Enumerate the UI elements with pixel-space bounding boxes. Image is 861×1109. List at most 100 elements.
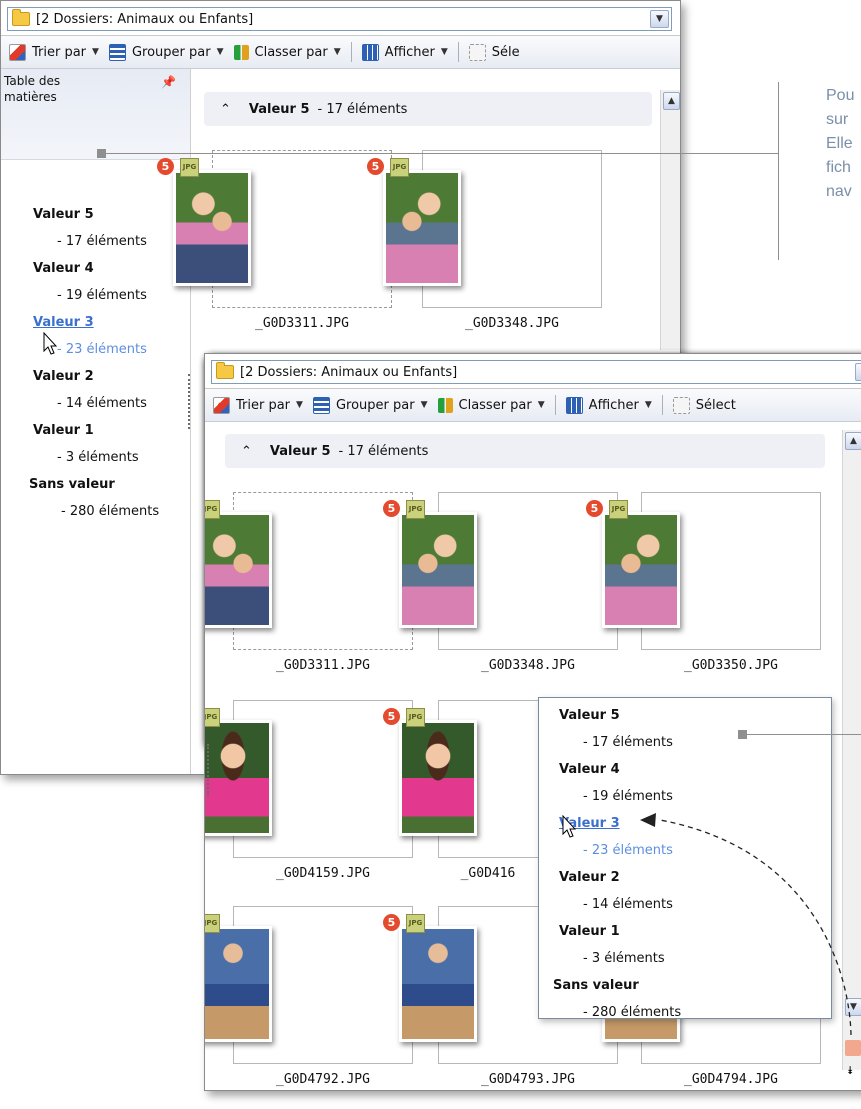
toc-count: - 280 éléments: [61, 504, 160, 519]
toc-list: Valeur 5 - 17 éléments Valeur 4 - 19 élé…: [1, 201, 190, 525]
file-name: _G0D3311.JPG: [255, 316, 349, 331]
photo-image: [399, 926, 477, 1042]
scroll-end-button[interactable]: ⯯: [847, 1064, 854, 1078]
popup-count: - 14 éléments: [583, 897, 673, 912]
file-name: _G0D3350.JPG: [684, 658, 778, 673]
toc-count: - 14 éléments: [57, 396, 147, 411]
view-button[interactable]: Afficher ▼: [361, 43, 448, 61]
rating-badge-icon: 5: [367, 158, 384, 175]
toc-count: - 3 éléments: [57, 450, 139, 465]
select-icon: [468, 43, 486, 61]
callout-vertical-line: [778, 82, 779, 260]
pin-icon[interactable]: 📌: [161, 75, 176, 89]
file-name: _G0D3348.JPG: [481, 658, 575, 673]
address-bar[interactable]: [2 Dossiers: Animaux ou Enfants] ▼: [205, 354, 861, 389]
toc-popup: Valeur 5 - 17 éléments Valeur 4 - 19 élé…: [538, 697, 832, 1020]
chevron-down-icon: ▼: [537, 400, 545, 410]
file-name: _G0D416: [460, 866, 516, 881]
chevron-down-icon: ▼: [333, 47, 341, 57]
view-button[interactable]: Afficher ▼: [565, 396, 652, 414]
callout-text: Pou sur Elle fich nav: [826, 87, 855, 200]
popup-item-valeur-1[interactable]: Valeur 1: [539, 918, 831, 945]
class-icon: [233, 44, 249, 60]
sort-button[interactable]: Trier par ▼: [9, 43, 99, 61]
toolbar: Trier par ▼ Grouper par ▼ Classer par ▼ Aff…: [205, 389, 861, 422]
toc-item-valeur-4[interactable]: Valeur 4: [1, 255, 190, 282]
popup-count: - 280 éléments: [583, 1005, 682, 1020]
address-box[interactable]: [2 Dossiers: Animaux ou Enfants] ▼: [7, 7, 672, 31]
file-name: _G0D4794.JPG: [684, 1072, 778, 1087]
jpg-icon: JPG: [205, 914, 220, 933]
toolbar-separator: [661, 395, 663, 415]
popup-item-valeur-3[interactable]: Valeur 3: [539, 810, 831, 837]
vertical-scrollbar[interactable]: ▲ ▼ ⯯: [842, 430, 861, 1077]
popup-count: - 19 éléments: [583, 789, 673, 804]
group-button[interactable]: Grouper par ▼: [108, 43, 224, 61]
popup-item-valeur-4[interactable]: Valeur 4: [539, 756, 831, 783]
photo-image: [383, 170, 461, 286]
rating-badge-icon: 5: [157, 158, 174, 175]
jpg-icon: JPG: [609, 500, 628, 519]
toolbar: Trier par ▼ Grouper par ▼ Classer par ▼ Aff…: [1, 36, 680, 69]
popup-item-valeur-5[interactable]: Valeur 5: [539, 702, 831, 729]
toc-count: - 23 éléments: [57, 342, 147, 357]
address-bar[interactable]: [2 Dossiers: Animaux ou Enfants] ▼: [1, 1, 680, 36]
rating-badge-icon: 5: [383, 708, 400, 725]
group-header[interactable]: ⌃ Valeur 5 - 17 éléments: [204, 92, 652, 126]
toc-item-valeur-3[interactable]: Valeur 3: [1, 309, 190, 336]
popup-count: - 23 éléments: [583, 843, 673, 858]
toc-item-valeur-2[interactable]: Valeur 2: [1, 363, 190, 390]
toc-count: - 19 éléments: [57, 288, 147, 303]
vertical-scrollbar[interactable]: ▲: [660, 90, 680, 350]
group-header[interactable]: ⌃ Valeur 5 - 17 éléments: [225, 434, 825, 468]
popup-item-sans-valeur[interactable]: Sans valeur: [539, 972, 831, 999]
jpg-icon: JPG: [406, 914, 425, 933]
toc-item-sans-valeur[interactable]: Sans valeur: [1, 471, 190, 498]
jpg-icon: JPG: [406, 500, 425, 519]
folder-icon: [216, 362, 234, 379]
toc-item-valeur-5[interactable]: Valeur 5: [1, 201, 190, 228]
address-dropdown-button[interactable]: ▼: [650, 10, 669, 28]
group-icon: [108, 43, 126, 61]
scroll-up-button[interactable]: ▲: [845, 432, 861, 450]
jpg-icon: JPG: [180, 158, 199, 177]
group-button[interactable]: Grouper par ▼: [312, 396, 428, 414]
rating-badge-icon: 5: [383, 914, 400, 931]
rating-badge-icon: 5: [586, 500, 603, 517]
class-icon: [437, 397, 453, 413]
select-button[interactable]: Sélect: [672, 396, 736, 414]
chevron-up-icon[interactable]: ⌃: [241, 444, 252, 459]
photo-image: [399, 720, 477, 836]
jpg-icon: JPG: [205, 708, 220, 727]
select-icon: [672, 396, 690, 414]
scroll-down-button[interactable]: ▼: [845, 998, 861, 1016]
toc-header: Table des matières 📌: [1, 69, 190, 160]
sort-button[interactable]: Trier par ▼: [213, 396, 303, 414]
photo-image: [399, 512, 477, 628]
chevron-down-icon: ▼: [296, 400, 303, 410]
chevron-down-icon: ▼: [644, 400, 652, 410]
popup-connector-line: [746, 734, 861, 735]
scroll-up-button[interactable]: ▲: [663, 92, 680, 110]
address-box[interactable]: [2 Dossiers: Animaux ou Enfants] ▼: [211, 360, 861, 384]
class-button[interactable]: Classer par ▼: [437, 397, 545, 413]
toc-item-valeur-1[interactable]: Valeur 1: [1, 417, 190, 444]
class-button[interactable]: Classer par ▼: [233, 44, 341, 60]
chevron-down-icon: ▼: [420, 400, 428, 410]
jpg-icon: JPG: [390, 158, 409, 177]
chevron-up-icon[interactable]: ⌃: [220, 102, 231, 117]
popup-item-valeur-2[interactable]: Valeur 2: [539, 864, 831, 891]
select-button[interactable]: Séle: [468, 43, 520, 61]
address-dropdown-button[interactable]: ▼: [855, 363, 861, 381]
photo-image: [173, 170, 251, 286]
chevron-down-icon: ▼: [216, 47, 224, 57]
view-icon: [565, 396, 583, 414]
splitter-handle[interactable]: [207, 744, 211, 796]
file-name: _G0D3311.JPG: [276, 658, 370, 673]
toolbar-separator: [554, 395, 556, 415]
folder-icon: [12, 9, 30, 26]
photo-image: [205, 720, 272, 836]
toolbar-separator: [457, 42, 459, 62]
address-text: [2 Dossiers: Animaux ou Enfants]: [36, 11, 254, 27]
scroll-position-marker[interactable]: [845, 1040, 861, 1056]
